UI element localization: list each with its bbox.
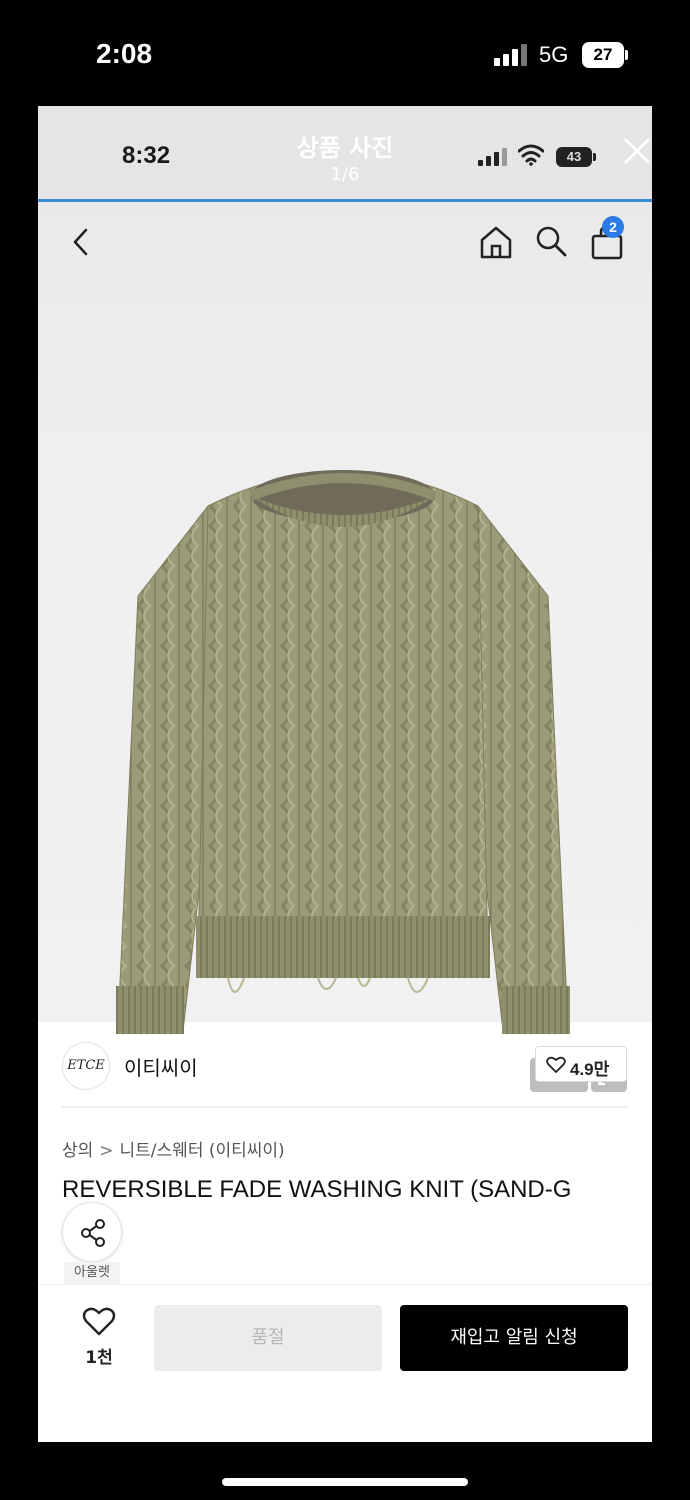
home-indicator[interactable] xyxy=(222,1478,468,1486)
product-image-area[interactable]: 2 xyxy=(38,202,652,1092)
viewer-photo-counter: 1/6 xyxy=(330,164,360,185)
restock-alert-button[interactable]: 재입고 알림 신청 xyxy=(400,1305,628,1371)
section-divider xyxy=(62,1106,628,1108)
breadcrumb: 상의 > 니트/스웨터 (이티씨이) xyxy=(62,1136,285,1161)
brand-logo[interactable]: ETCE xyxy=(62,1042,110,1090)
product-title: REVERSIBLE FADE WASHING KNIT (SAND-G xyxy=(62,1176,572,1203)
product-sweater-image xyxy=(116,470,570,1034)
brand-like-count: 4.9만 xyxy=(570,1060,610,1079)
breadcrumb-separator: > xyxy=(99,1141,114,1161)
share-icon xyxy=(81,1219,105,1247)
photo-viewer-header: 8:32 상품 사진 1/6 43 xyxy=(38,106,652,202)
close-icon[interactable] xyxy=(622,136,652,166)
wifi-icon xyxy=(518,144,544,166)
inner-battery-level: 43 xyxy=(556,147,592,167)
back-arrow-icon[interactable] xyxy=(68,224,94,260)
outlet-label: 아울렛 xyxy=(64,1262,120,1284)
inner-battery-icon: 43 xyxy=(556,147,596,167)
outer-status-bar: 2:08 5G 27 xyxy=(0,0,690,106)
breadcrumb-category[interactable]: 상의 xyxy=(62,1141,93,1161)
brand-like-button[interactable]: 4.9만 xyxy=(535,1046,627,1082)
network-type: 5G xyxy=(539,42,569,67)
screenshot-card: 8:32 상품 사진 1/6 43 2 ETCE 이티씨이 4.9만 상의 > … xyxy=(38,106,652,1442)
bottom-action-bar: 1천 품절 재입고 알림 신청 xyxy=(38,1284,652,1442)
brand-name[interactable]: 이티씨이 xyxy=(124,1052,198,1081)
outer-clock: 2:08 xyxy=(96,38,153,69)
share-button[interactable] xyxy=(62,1202,122,1262)
wishlist-count: 1천 xyxy=(85,1348,113,1368)
breadcrumb-subcategory[interactable]: 니트/스웨터 (이티씨이) xyxy=(120,1141,285,1161)
soldout-button: 품절 xyxy=(154,1305,382,1371)
cart-count-badge: 2 xyxy=(602,216,624,238)
heart-icon xyxy=(546,1056,566,1073)
home-icon[interactable] xyxy=(478,224,514,260)
battery-level: 27 xyxy=(582,42,624,68)
battery-icon: 27 xyxy=(582,42,628,68)
search-icon[interactable] xyxy=(534,224,568,258)
inner-signal-icon xyxy=(478,148,507,166)
wishlist-heart-icon[interactable] xyxy=(82,1307,116,1337)
cellular-signal-icon xyxy=(494,44,527,66)
